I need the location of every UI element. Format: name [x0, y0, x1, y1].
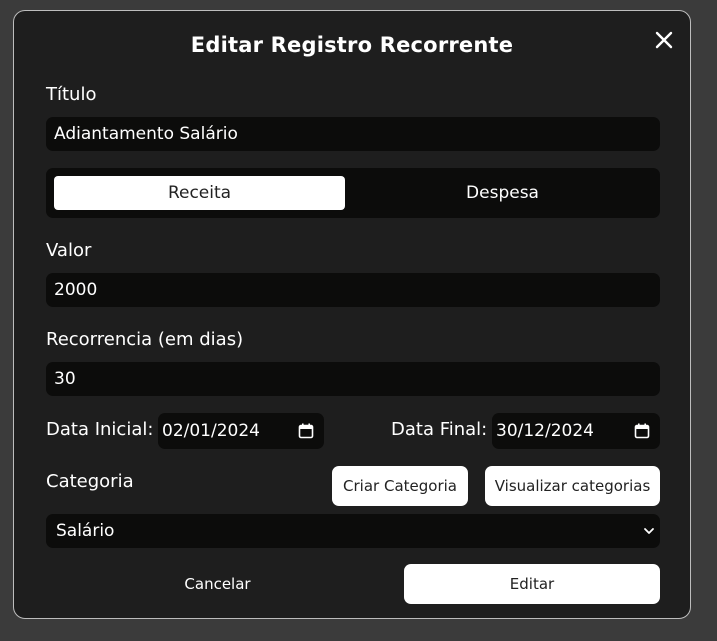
toggle-option-despesa[interactable]: Despesa [353, 176, 652, 210]
criar-categoria-button[interactable]: Criar Categoria [332, 466, 468, 506]
valor-input[interactable]: 2000 [46, 273, 660, 307]
recorrencia-label: Recorrencia (em dias) [46, 329, 244, 350]
close-button[interactable] [652, 28, 676, 52]
type-toggle: Receita Despesa [46, 168, 660, 218]
data-inicial-input[interactable]: 02/01/2024 [158, 413, 324, 449]
editar-button[interactable]: Editar [404, 564, 660, 604]
visualizar-categorias-button[interactable]: Visualizar categorias [485, 466, 660, 506]
categoria-label: Categoria [46, 471, 134, 492]
cancelar-button[interactable]: Cancelar [130, 564, 305, 604]
close-icon [655, 31, 673, 49]
chevron-down-icon [644, 528, 654, 534]
titulo-label: Título [46, 84, 97, 105]
categoria-select[interactable]: Salário [46, 514, 660, 548]
calendar-icon[interactable] [298, 423, 314, 439]
toggle-option-receita[interactable]: Receita [54, 176, 345, 210]
edit-recurring-record-dialog: Editar Registro Recorrente Título Adiant… [13, 10, 691, 619]
data-final-value: 30/12/2024 [496, 421, 594, 441]
valor-label: Valor [46, 240, 92, 261]
recorrencia-input[interactable]: 30 [46, 362, 660, 396]
titulo-input[interactable]: Adiantamento Salário [46, 117, 660, 151]
categoria-selected-value: Salário [56, 521, 115, 541]
data-inicial-value: 02/01/2024 [162, 421, 260, 441]
data-inicial-label: Data Inicial: [46, 419, 154, 440]
data-final-label: Data Final: [391, 419, 488, 440]
dialog-title: Editar Registro Recorrente [190, 33, 514, 57]
data-final-input[interactable]: 30/12/2024 [492, 413, 660, 449]
calendar-icon[interactable] [634, 423, 650, 439]
